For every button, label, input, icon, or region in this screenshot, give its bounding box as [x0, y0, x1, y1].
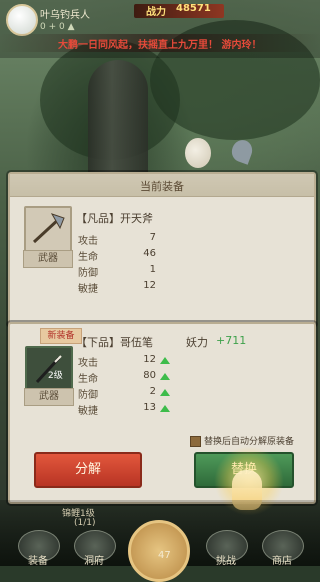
item-name: 【下品】哥伍笔 — [76, 336, 153, 349]
center-count: 47 — [158, 550, 171, 561]
stat-value: 7 — [149, 232, 156, 243]
power-value: 48571 — [176, 3, 211, 14]
stage-progress: (1/1) — [74, 518, 96, 528]
stat-up-icon — [160, 373, 170, 380]
stat-value: 46 — [143, 248, 156, 259]
character-avatar — [185, 138, 211, 168]
stat-label: 攻击 — [78, 358, 98, 369]
player-name: 叶乌钓兵人 — [40, 10, 90, 21]
stat-value: 1 — [149, 264, 156, 275]
announcement-text: 大鹏一日同风起，扶摇直上九万里！ 游内玲！ — [58, 40, 262, 51]
nav-cave-label: 洞府 — [84, 556, 104, 567]
current-equipment-panel: 当前装备 武器 【凡品】开天斧 攻击 7 生命 46 防御 1 敏捷 12 — [8, 172, 316, 326]
stat-up-icon — [160, 389, 170, 396]
nav-shop-label: 商店 — [272, 556, 292, 567]
stat-up-icon — [160, 357, 170, 364]
item-name: 【凡品】开天斧 — [76, 212, 153, 225]
item-slot[interactable] — [24, 206, 72, 252]
bottom-nav: 锦鲤1级 (1/1) 装备 洞府 47 挑战 商店 — [0, 500, 320, 582]
nav-equipment-label: 装备 — [28, 556, 48, 567]
power-label: 战力 — [146, 7, 166, 18]
stat-up-icon — [160, 405, 170, 412]
stat-label: 敏捷 — [78, 284, 98, 295]
stat-value: 80 — [143, 370, 156, 381]
yaoli-label: 妖力 — [186, 336, 208, 349]
stat-label: 生命 — [78, 252, 98, 263]
auto-decompose-checkbox[interactable] — [190, 436, 201, 447]
stat-label: 敏捷 — [78, 406, 98, 417]
stat-value: 2 — [149, 386, 156, 397]
stat-value: 12 — [143, 280, 156, 291]
axe-icon — [32, 213, 65, 244]
axe-weapon-icon — [228, 137, 256, 165]
stat-label: 防御 — [78, 268, 98, 279]
player-avatar[interactable] — [6, 4, 38, 36]
yaoli-value: +711 — [216, 334, 247, 347]
stat-label: 防御 — [78, 390, 98, 401]
item-type-label: 武器 — [23, 250, 73, 268]
player-stat-line: 0 + 0 ▲ — [40, 22, 75, 32]
stat-value: 12 — [143, 354, 156, 365]
item-level: 2级 — [48, 371, 63, 381]
nav-challenge-label: 挑战 — [216, 556, 236, 567]
stat-label: 攻击 — [78, 236, 98, 247]
stat-label: 生命 — [78, 374, 98, 385]
top-bar: 叶乌钓兵人 0 + 0 ▲ 战力 48571 大鹏一日同风起，扶摇直上九万里！ … — [0, 0, 320, 58]
panel-title: 当前装备 — [140, 180, 184, 193]
stat-value: 13 — [143, 402, 156, 413]
item-type-label: 武器 — [24, 388, 74, 406]
decompose-button[interactable]: 分解 — [34, 452, 142, 488]
